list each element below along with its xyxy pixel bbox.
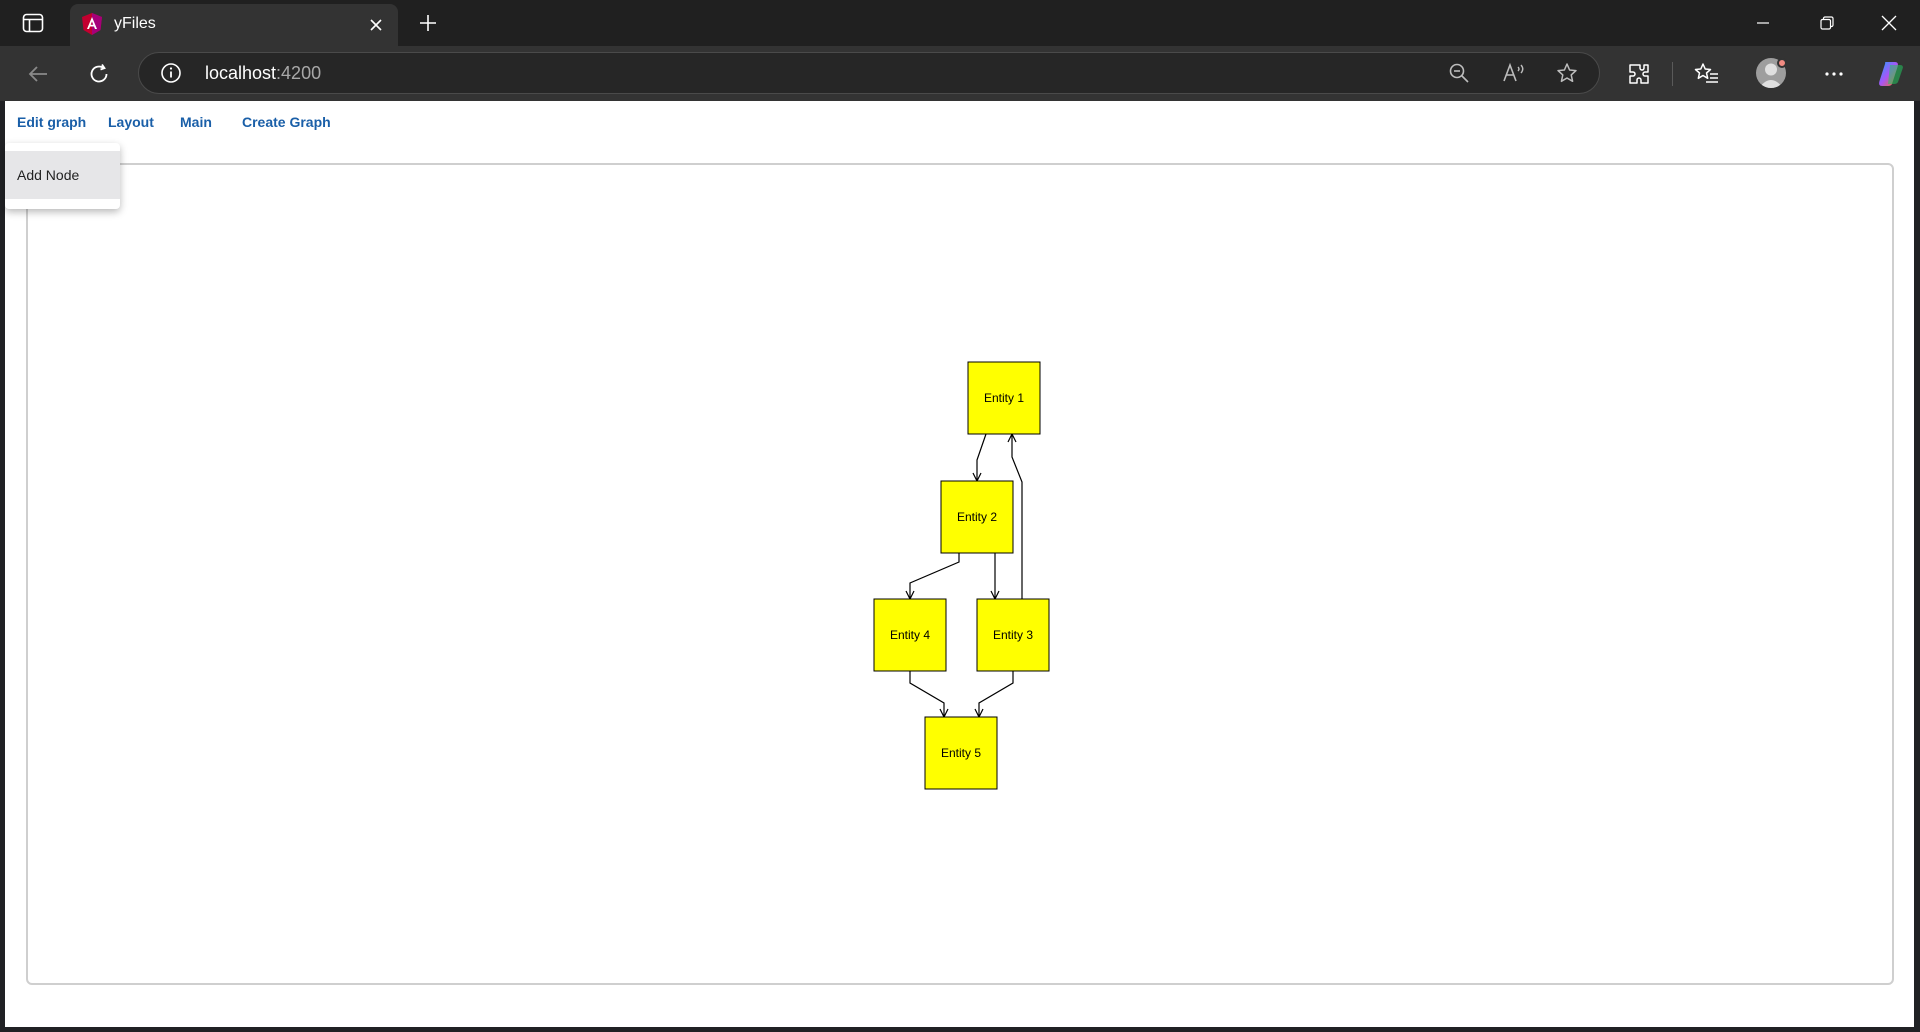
graph-svg: Entity 1 Entity 2 Entity 4 Entity 3 Entity 5 xyxy=(873,361,1050,790)
angular-favicon-icon xyxy=(80,12,104,36)
edges-layer xyxy=(909,433,1023,717)
plus-icon[interactable] xyxy=(412,10,444,36)
favorite-star-icon[interactable] xyxy=(1555,61,1579,85)
graph-node-e3[interactable]: Entity 3 xyxy=(976,598,1050,672)
node-label: Entity 5 xyxy=(941,746,981,760)
browser-toolbar: localhost:4200 xyxy=(0,46,1920,101)
address-port: :4200 xyxy=(276,63,322,83)
toolbar-divider xyxy=(1672,62,1673,86)
node-label: Entity 1 xyxy=(984,391,1024,405)
read-aloud-icon[interactable] xyxy=(1502,61,1526,85)
page-content: Edit graph Layout Main Create Graph Add … xyxy=(5,101,1914,1027)
menu-main[interactable]: Main xyxy=(180,114,212,130)
address-host: localhost xyxy=(205,63,277,83)
edit-graph-dropdown: Add Node xyxy=(5,143,120,209)
extensions-icon[interactable] xyxy=(1621,56,1657,92)
edge-e3-e5[interactable] xyxy=(979,671,1014,717)
copilot-icon[interactable] xyxy=(1873,56,1909,92)
node-label: Entity 3 xyxy=(993,628,1033,642)
graph-node-e1[interactable]: Entity 1 xyxy=(967,361,1041,435)
more-icon[interactable] xyxy=(1816,56,1852,92)
edge-e4-e5[interactable] xyxy=(909,671,944,717)
menu-edit-graph[interactable]: Edit graph xyxy=(17,114,86,130)
profile-notification-dot xyxy=(1777,58,1787,68)
nodes-layer: Entity 1 Entity 2 Entity 4 Entity 3 Entity 5 xyxy=(873,361,1050,790)
graph-node-e5[interactable]: Entity 5 xyxy=(924,716,998,790)
refresh-icon[interactable] xyxy=(81,56,117,92)
info-icon[interactable] xyxy=(159,61,183,85)
graph-canvas[interactable]: Entity 1 Entity 2 Entity 4 Entity 3 Entity 5 xyxy=(26,163,1894,985)
menu-layout[interactable]: Layout xyxy=(108,114,154,130)
address-url[interactable]: localhost:4200 xyxy=(205,63,321,84)
app-menu-bar: Edit graph Layout Main Create Graph xyxy=(5,101,1914,143)
restore-icon[interactable] xyxy=(1796,0,1858,46)
graph-node-e2[interactable]: Entity 2 xyxy=(940,480,1014,554)
add-node-menu-item[interactable]: Add Node xyxy=(5,151,120,199)
window-close-icon[interactable] xyxy=(1858,0,1920,46)
graph-node-e4[interactable]: Entity 4 xyxy=(873,598,947,672)
edge-e1-e2[interactable] xyxy=(977,433,987,481)
node-label: Entity 4 xyxy=(890,628,930,642)
favorites-icon[interactable] xyxy=(1689,56,1725,92)
sidebar-toggle-icon[interactable] xyxy=(18,10,48,36)
tab-title: yFiles xyxy=(114,15,156,32)
close-icon[interactable] xyxy=(364,13,388,37)
address-bar[interactable]: localhost:4200 xyxy=(138,52,1600,94)
browser-tab[interactable]: yFiles xyxy=(70,4,398,46)
zoom-out-icon[interactable] xyxy=(1447,61,1471,85)
browser-titlebar: yFiles xyxy=(0,0,1920,46)
minimize-icon[interactable] xyxy=(1732,0,1794,46)
back-icon[interactable] xyxy=(20,56,56,92)
node-label: Entity 2 xyxy=(957,510,997,524)
edge-e2-e4[interactable] xyxy=(910,553,960,599)
menu-create-graph[interactable]: Create Graph xyxy=(242,114,331,130)
